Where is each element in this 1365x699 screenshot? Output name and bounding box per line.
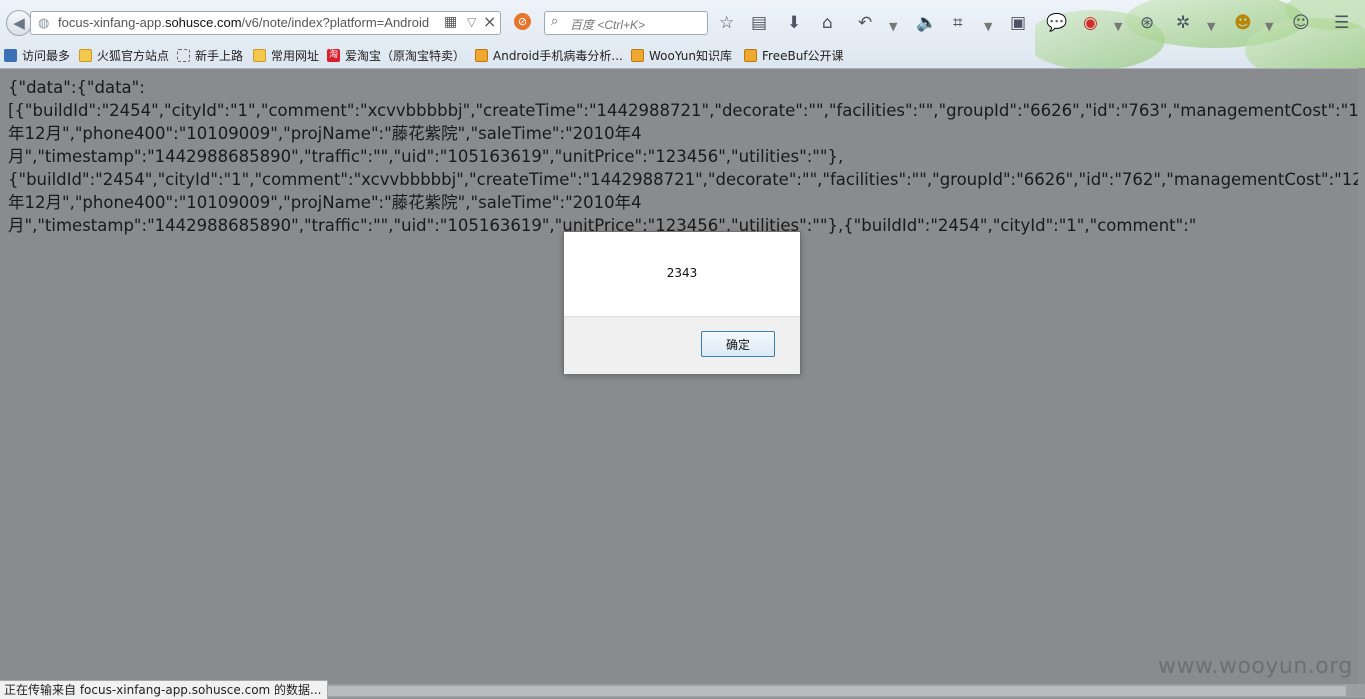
monkey-icon[interactable]: ☻ bbox=[1234, 13, 1252, 33]
rss-icon bbox=[475, 49, 488, 62]
weibo-dropdown-icon[interactable]: ▼ bbox=[1114, 17, 1122, 37]
bookmark-label: 访问最多 bbox=[22, 49, 71, 63]
rss-icon bbox=[631, 49, 644, 62]
reader-icon[interactable]: ▣ bbox=[1010, 13, 1026, 33]
url-host-prefix: focus-xinfang-app. bbox=[58, 15, 165, 30]
browser-chrome: ◀ ◍ focus-xinfang-app.sohusce.com/v6/not… bbox=[0, 0, 1365, 69]
bookmark-label: WooYun知识库 bbox=[649, 49, 733, 63]
json-line: 年12月","phone400":"10109009","projName":"… bbox=[8, 124, 642, 143]
json-line: 年12月","phone400":"10109009","projName":"… bbox=[8, 193, 642, 212]
fingerprint-icon[interactable]: ⊛ bbox=[1140, 13, 1154, 33]
search-placeholder: 百度 <Ctrl+K> bbox=[570, 18, 646, 32]
search-bar[interactable]: ⌕ 百度 <Ctrl+K> bbox=[544, 11, 708, 35]
chat-icon[interactable]: 💬 bbox=[1046, 13, 1067, 33]
url-dropdown-icon[interactable]: ▽ bbox=[467, 15, 476, 29]
crop-icon[interactable]: ⌗ bbox=[953, 13, 963, 33]
bookmark-label: 常用网址 bbox=[271, 49, 320, 63]
globe-icon: ◍ bbox=[38, 16, 50, 31]
bookmark-label: 火狐官方站点 bbox=[97, 49, 170, 63]
url-bar[interactable]: ◍ focus-xinfang-app.sohusce.com/v6/note/… bbox=[30, 11, 501, 35]
url-path: /v6/note/index?platform=Android bbox=[241, 15, 430, 30]
speaker-icon[interactable]: 🔈 bbox=[916, 13, 937, 33]
page-content: {"data":{"data": [{"buildId":"2454","city… bbox=[0, 68, 1365, 684]
bookmark-item-freebuf[interactable]: FreeBuf公开课 bbox=[744, 47, 844, 64]
bookmark-star-icon[interactable]: ☆ bbox=[719, 13, 734, 33]
bookmark-item-most-visited[interactable]: 访问最多 bbox=[4, 47, 70, 64]
arrow-left-icon: ◀ bbox=[13, 14, 25, 32]
watermark-text: www.wooyun.org bbox=[1158, 654, 1353, 679]
dotted-folder-icon bbox=[177, 49, 190, 62]
scrollbar-thumb[interactable] bbox=[316, 686, 1346, 696]
bookmark-item-wooyun[interactable]: WooYun知识库 bbox=[631, 47, 732, 64]
home-icon[interactable]: ⌂ bbox=[822, 13, 833, 33]
horizontal-scrollbar[interactable] bbox=[316, 684, 1365, 698]
url-host-main: sohusce.com bbox=[164, 15, 242, 30]
url-text: focus-xinfang-app.sohusce.com/v6/note/in… bbox=[58, 15, 429, 30]
adblock-icon[interactable]: ⊘ bbox=[514, 13, 531, 30]
monkey-dropdown-icon[interactable]: ▼ bbox=[1265, 17, 1273, 37]
json-line: 月","timestamp":"1442988685890","traffic"… bbox=[8, 147, 844, 166]
folder-icon bbox=[253, 49, 266, 62]
bug-dropdown-icon[interactable]: ▼ bbox=[1207, 17, 1215, 37]
bookmark-item-android-virus[interactable]: Android手机病毒分析... bbox=[475, 47, 623, 64]
download-icon[interactable]: ⬇ bbox=[787, 13, 801, 33]
weibo-icon[interactable]: ◉ bbox=[1083, 13, 1098, 33]
back-button[interactable]: ◀ bbox=[6, 10, 32, 36]
rss-icon bbox=[744, 49, 757, 62]
bookmark-label: 新手上路 bbox=[195, 49, 244, 63]
bookmarks-toolbar: 访问最多 火狐官方站点 新手上路 常用网址 淘 爱淘宝（原淘宝特卖） Andro… bbox=[0, 44, 1365, 66]
json-response-text: {"data":{"data": [{"buildId":"2454","city… bbox=[8, 76, 1365, 237]
navigation-toolbar: ◀ ◍ focus-xinfang-app.sohusce.com/v6/not… bbox=[0, 4, 1365, 42]
status-bar: 正在传输来自 focus-xinfang-app.sohusce.com 的数据… bbox=[0, 680, 329, 699]
bug-icon[interactable]: ✲ bbox=[1176, 13, 1190, 33]
stop-loading-icon[interactable]: × bbox=[483, 12, 496, 31]
json-line: {"buildId":"2454","cityId":"1","comment"… bbox=[8, 170, 1365, 189]
bookmark-item-taobao[interactable]: 淘 爱淘宝（原淘宝特卖） bbox=[327, 47, 465, 64]
taobao-icon: 淘 bbox=[327, 49, 340, 62]
qr-code-icon[interactable]: ▦ bbox=[444, 14, 457, 30]
bookmark-label: 爱淘宝（原淘宝特卖） bbox=[345, 49, 466, 63]
search-icon: ⌕ bbox=[551, 14, 559, 29]
json-line: [{"buildId":"2454","cityId":"1","comment… bbox=[8, 101, 1365, 120]
undo-dropdown-icon[interactable]: ▼ bbox=[889, 17, 897, 37]
most-visited-icon bbox=[4, 49, 17, 62]
bookmark-label: Android手机病毒分析... bbox=[493, 49, 623, 63]
undo-icon[interactable]: ↶ bbox=[858, 13, 872, 33]
bookmark-item-firefox-official[interactable]: 火狐官方站点 bbox=[79, 47, 169, 64]
alert-footer: 确定 bbox=[564, 316, 800, 374]
crop-dropdown-icon[interactable]: ▼ bbox=[984, 17, 992, 37]
json-line: {"data":{"data": bbox=[8, 78, 145, 97]
reading-list-icon[interactable]: ▤ bbox=[751, 13, 767, 33]
smiley-icon[interactable]: ☺ bbox=[1292, 13, 1310, 33]
alert-dialog: 2343 确定 bbox=[563, 231, 801, 374]
bookmark-item-getting-started[interactable]: 新手上路 bbox=[177, 47, 243, 64]
folder-icon bbox=[79, 49, 92, 62]
alert-message: 2343 bbox=[666, 266, 698, 280]
bookmark-label: FreeBuf公开课 bbox=[762, 49, 844, 63]
menu-icon[interactable]: ☰ bbox=[1334, 13, 1349, 33]
bookmark-item-common-sites[interactable]: 常用网址 bbox=[253, 47, 319, 64]
ok-button[interactable]: 确定 bbox=[701, 331, 775, 357]
vertical-scrollbar[interactable] bbox=[1358, 68, 1365, 684]
